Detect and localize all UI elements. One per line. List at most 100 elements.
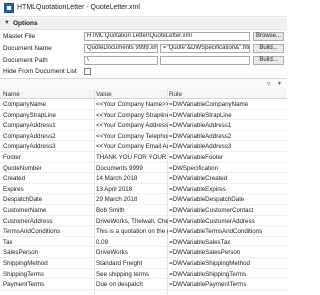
row-name-cell[interactable]: Footer	[3, 154, 93, 161]
table-row[interactable]: ShippingTerms See shipping terms =DWVariab…	[0, 269, 287, 280]
row-value-cell[interactable]: Documents 9999	[96, 165, 168, 172]
app-icon	[4, 3, 14, 13]
filter-icon[interactable]: ▿	[267, 80, 271, 88]
table-row[interactable]: CompanyAddress2 <<Your Company Telephor =D…	[0, 131, 287, 142]
document-name-build-button[interactable]: Build...	[253, 44, 284, 53]
options-section-header[interactable]: ▼ Options	[0, 18, 287, 30]
column-header-name[interactable]: Name	[3, 91, 20, 98]
row-rule-cell[interactable]: =DWVariableAddress1	[169, 122, 285, 129]
table-row[interactable]: CompanyStrapLine <<Your Company Strapline…	[0, 110, 287, 121]
table-row[interactable]: QuoteNumber Documents 9999 =DWSpecificatio…	[0, 163, 287, 174]
row-rule-cell[interactable]: =DWVariablePaymentTerms	[169, 281, 285, 288]
table-row[interactable]: CompanyAddress3 <<Your Company Email Ad =D…	[0, 141, 287, 152]
document-path-row: Document Path \ Build...	[0, 55, 287, 66]
hide-from-list-label: Hide From Document List	[3, 68, 77, 75]
row-rule-cell[interactable]: =DWVariableStrapLine	[169, 112, 285, 119]
master-file-row: Master File HTML Quotation Letter\QuoteL…	[0, 31, 287, 42]
row-rule-cell[interactable]: =DWVariableAddress3	[169, 143, 285, 150]
table-row[interactable]: ShippingMethod Standard Freight =DWVariabl…	[0, 258, 287, 269]
hide-from-list-checkbox[interactable]	[84, 68, 91, 75]
row-rule-cell[interactable]: =DWSpecification	[169, 165, 285, 172]
row-name-cell[interactable]: Created	[3, 175, 93, 182]
table-row[interactable]: CompanyAddress1 <<Your Company Address =DW…	[0, 120, 287, 131]
chevron-down-icon[interactable]: ▼	[277, 81, 282, 87]
table-row[interactable]: FooterTHANK YOU FOR YOUR BU=DWVariableFo…	[0, 152, 287, 163]
row-name-cell[interactable]: CompanyAddress2	[3, 133, 93, 140]
document-name-rule-input[interactable]: ="Quote"&DWSpecification&".htr	[160, 44, 250, 53]
row-rule-cell[interactable]: =DWVariableSalesPerson	[169, 249, 285, 256]
row-value-cell[interactable]: <<Your Company Email Ad	[96, 143, 168, 150]
document-name-label: Document Name	[3, 45, 52, 52]
document-name-input[interactable]: QuoteDocuments 9999.xml	[84, 44, 158, 53]
row-value-cell[interactable]: <<Your Company Address	[96, 122, 168, 129]
row-name-cell[interactable]: CompanyName	[3, 101, 93, 108]
row-value-cell[interactable]: <<Your Company Name>>	[96, 101, 168, 108]
table-row[interactable]: PaymentTerms Due on despatch =DWVariablePa…	[0, 279, 287, 290]
master-file-input[interactable]: HTML Quotation Letter\QuoteLetter.xml	[84, 32, 250, 41]
row-name-cell[interactable]: ShippingMethod	[3, 260, 93, 267]
row-rule-cell[interactable]: =DWVariableExpires	[169, 186, 285, 193]
grid-header: Name Value Rule	[0, 89, 287, 99]
table-row[interactable]: CustomerName Bob Smith =DWVariableCustomer…	[0, 205, 287, 216]
row-value-cell[interactable]: THANK YOU FOR YOUR BU	[96, 154, 168, 161]
table-row[interactable]: DespatchDate 29 March 2018 =DWVariableDesp…	[0, 194, 287, 205]
master-file-label: Master File	[3, 33, 36, 40]
row-name-cell[interactable]: Expires	[3, 186, 93, 193]
grid-toolbar: ▿ ▼	[0, 79, 287, 89]
row-rule-cell[interactable]: =DWVariableDespatchDate	[169, 196, 285, 203]
row-name-cell[interactable]: CustomerAddress	[3, 218, 93, 225]
browse-button[interactable]: Browse...	[253, 32, 284, 41]
row-name-cell[interactable]: Tax	[3, 239, 93, 246]
row-value-cell[interactable]: This is a quotation on the g	[96, 228, 168, 235]
column-header-value[interactable]: Value	[96, 91, 112, 98]
table-row[interactable]: SalesPerson DriveWorks =DWVariableSalesPer…	[0, 247, 287, 258]
row-rule-cell[interactable]: =DWVariableShippingMethod	[169, 260, 285, 267]
row-value-cell[interactable]: DriveWorks	[96, 249, 168, 256]
row-rule-cell[interactable]: =DWVariableCustomerContact	[169, 207, 285, 214]
row-rule-cell[interactable]: =DWVariableCreated	[169, 175, 285, 182]
table-row[interactable]: CustomerAddress DriveWorks, Thelwall, Che…	[0, 216, 287, 227]
title-bar: HTMLQuotationLetter - QuoteLetter.xml	[0, 0, 287, 17]
row-rule-cell[interactable]: =DWVariableFooter	[169, 154, 285, 161]
table-row[interactable]: Created 14 March 2018 =DWVariableCreated	[0, 173, 287, 184]
row-rule-cell[interactable]: =DWVariableShippingTerms	[169, 271, 285, 278]
row-value-cell[interactable]: Due on despatch	[96, 281, 168, 288]
row-rule-cell[interactable]: =DWVariableTermsAndConditions	[169, 228, 285, 235]
row-value-cell[interactable]: DriveWorks, Thelwall, Chesh	[96, 218, 168, 225]
row-value-cell[interactable]: Bob Smith	[96, 207, 168, 214]
document-path-label: Document Path	[3, 57, 48, 64]
table-row[interactable]: TermsAndConditions This is a quotation on…	[0, 226, 287, 237]
row-name-cell[interactable]: DespatchDate	[3, 196, 93, 203]
row-rule-cell[interactable]: =DWVariableSalesTax	[169, 239, 285, 246]
row-rule-cell[interactable]: =DWVariableAddress2	[169, 133, 285, 140]
row-name-cell[interactable]: CompanyAddress3	[3, 143, 93, 150]
document-path-rule-input[interactable]	[160, 56, 250, 65]
table-row[interactable]: Expires 13 April 2018 =DWVariableExpires	[0, 184, 287, 195]
row-name-cell[interactable]: CompanyStrapLine	[3, 112, 93, 119]
options-section-label: Options	[13, 20, 38, 27]
row-value-cell[interactable]: 0.09	[96, 239, 168, 246]
table-row[interactable]: CompanyName <<Your Company Name>> =DWVaria…	[0, 99, 287, 110]
row-name-cell[interactable]: QuoteNumber	[3, 165, 93, 172]
row-value-cell[interactable]: <<Your Company Strapline	[96, 112, 168, 119]
row-value-cell[interactable]: 29 March 2018	[96, 196, 168, 203]
hide-from-list-row: Hide From Document List	[0, 66, 287, 77]
row-name-cell[interactable]: CompanyAddress1	[3, 122, 93, 129]
row-value-cell[interactable]: Standard Freight	[96, 260, 168, 267]
row-rule-cell[interactable]: =DWVariableCompanyName	[169, 101, 285, 108]
row-name-cell[interactable]: ShippingTerms	[3, 271, 93, 278]
document-path-input[interactable]: \	[84, 56, 158, 65]
row-rule-cell[interactable]: =DWVariableCustomerAddress	[169, 218, 285, 225]
row-name-cell[interactable]: PaymentTerms	[3, 281, 93, 288]
document-path-build-button[interactable]: Build...	[253, 56, 284, 65]
table-row[interactable]: Tax 0.09 =DWVariableSalesTax	[0, 237, 287, 248]
collapse-chevron-icon[interactable]: ▼	[4, 20, 10, 26]
row-value-cell[interactable]: See shipping terms	[96, 271, 168, 278]
row-name-cell[interactable]: TermsAndConditions	[3, 228, 93, 235]
row-value-cell[interactable]: 14 March 2018	[96, 175, 168, 182]
row-value-cell[interactable]: 13 April 2018	[96, 186, 168, 193]
row-name-cell[interactable]: SalesPerson	[3, 249, 93, 256]
row-value-cell[interactable]: <<Your Company Telephor	[96, 133, 168, 140]
column-header-rule[interactable]: Rule	[169, 91, 182, 98]
row-name-cell[interactable]: CustomerName	[3, 207, 93, 214]
